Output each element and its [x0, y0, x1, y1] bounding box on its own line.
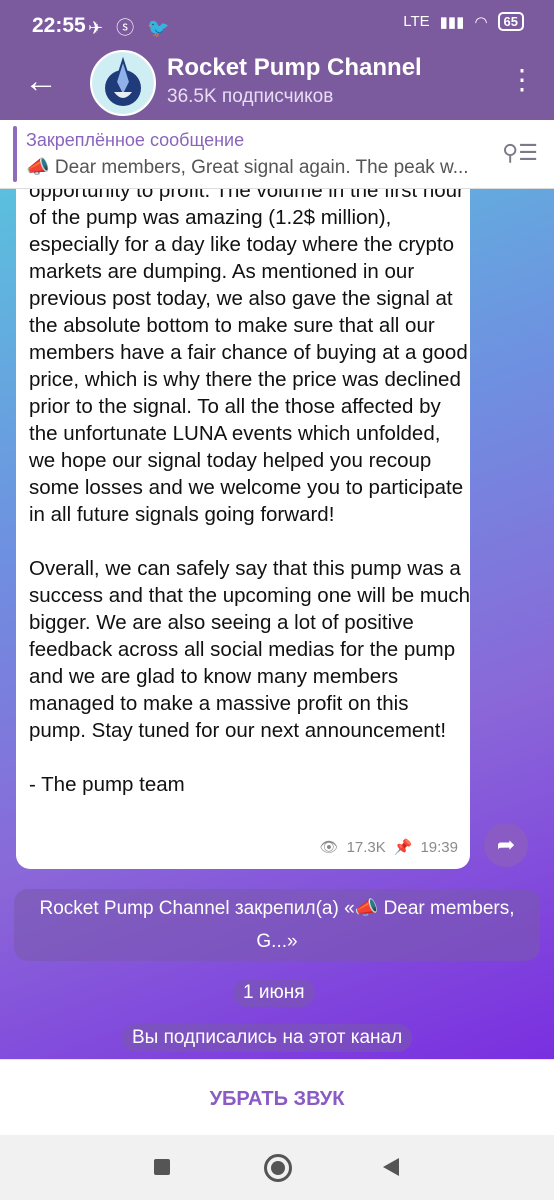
battery-icon: 65	[497, 12, 524, 31]
channel-title[interactable]: Rocket Pump Channel	[167, 54, 422, 82]
subscribed-notice: Вы подписались на этот канал	[122, 1024, 413, 1052]
views-icon: 👁	[319, 839, 339, 856]
home-icon[interactable]	[264, 1154, 292, 1182]
channel-avatar[interactable]	[90, 50, 156, 116]
bottom-bar: УБРАТЬ ЗВУК	[0, 1059, 554, 1135]
chat-header: ← Rocket Pump Channel 36.5K подписчиков …	[0, 50, 554, 120]
chat-area[interactable]: opportunity to profit. The volume in the…	[0, 189, 554, 1059]
status-time: 22:55	[32, 14, 86, 37]
message-paragraph-2: Overall, we can safely say that this pum…	[29, 557, 471, 742]
status-right: LTE ▮▮▮ ◠ 65	[403, 12, 524, 31]
more-menu-icon[interactable]: ⋮	[508, 66, 536, 94]
recents-icon[interactable]	[154, 1159, 170, 1175]
back-arrow-icon[interactable]: ←	[24, 64, 58, 98]
signal-icon: ▮▮▮	[439, 13, 465, 31]
network-label: LTE	[403, 13, 430, 30]
pinned-label: Закреплённое сообщение	[26, 130, 245, 150]
status-bar: 22:55 ✈ ⓢ 🐦 LTE ▮▮▮ ◠ 65	[0, 0, 554, 50]
views-count: 17.3K	[346, 839, 386, 856]
message-bubble[interactable]: opportunity to profit. The volume in the…	[16, 189, 470, 869]
back-icon[interactable]	[383, 1158, 399, 1176]
pinned-service-message[interactable]: Rocket Pump Channel закрепил(а) «📣 Dear …	[14, 889, 540, 961]
share-icon: ➦	[496, 832, 516, 857]
pinned-text: 📣 Dear members, Great signal again. The …	[26, 157, 469, 178]
notification-icons: ✈ ⓢ 🐦	[88, 18, 174, 38]
pin-list-icon[interactable]: ⚲☰	[502, 140, 538, 166]
message-time: 19:39	[420, 839, 458, 856]
pinned-message-bar[interactable]: Закреплённое сообщение 📣 Dear members, G…	[0, 120, 554, 189]
wifi-icon: ◠	[474, 13, 488, 31]
share-button[interactable]: ➦	[484, 823, 528, 867]
date-separator: 1 июня	[233, 979, 315, 1007]
subscriber-count: 36.5K подписчиков	[167, 86, 334, 107]
pinned-indicator	[13, 126, 17, 182]
system-nav-bar	[0, 1135, 554, 1200]
pin-icon: 📌	[393, 839, 413, 856]
message-paragraph-1: opportunity to profit. The volume in the…	[29, 189, 468, 526]
mute-button[interactable]: УБРАТЬ ЗВУК	[0, 1088, 554, 1111]
message-meta: 👁 17.3K 📌 19:39	[320, 834, 458, 861]
message-signature: - The pump team	[29, 773, 185, 796]
